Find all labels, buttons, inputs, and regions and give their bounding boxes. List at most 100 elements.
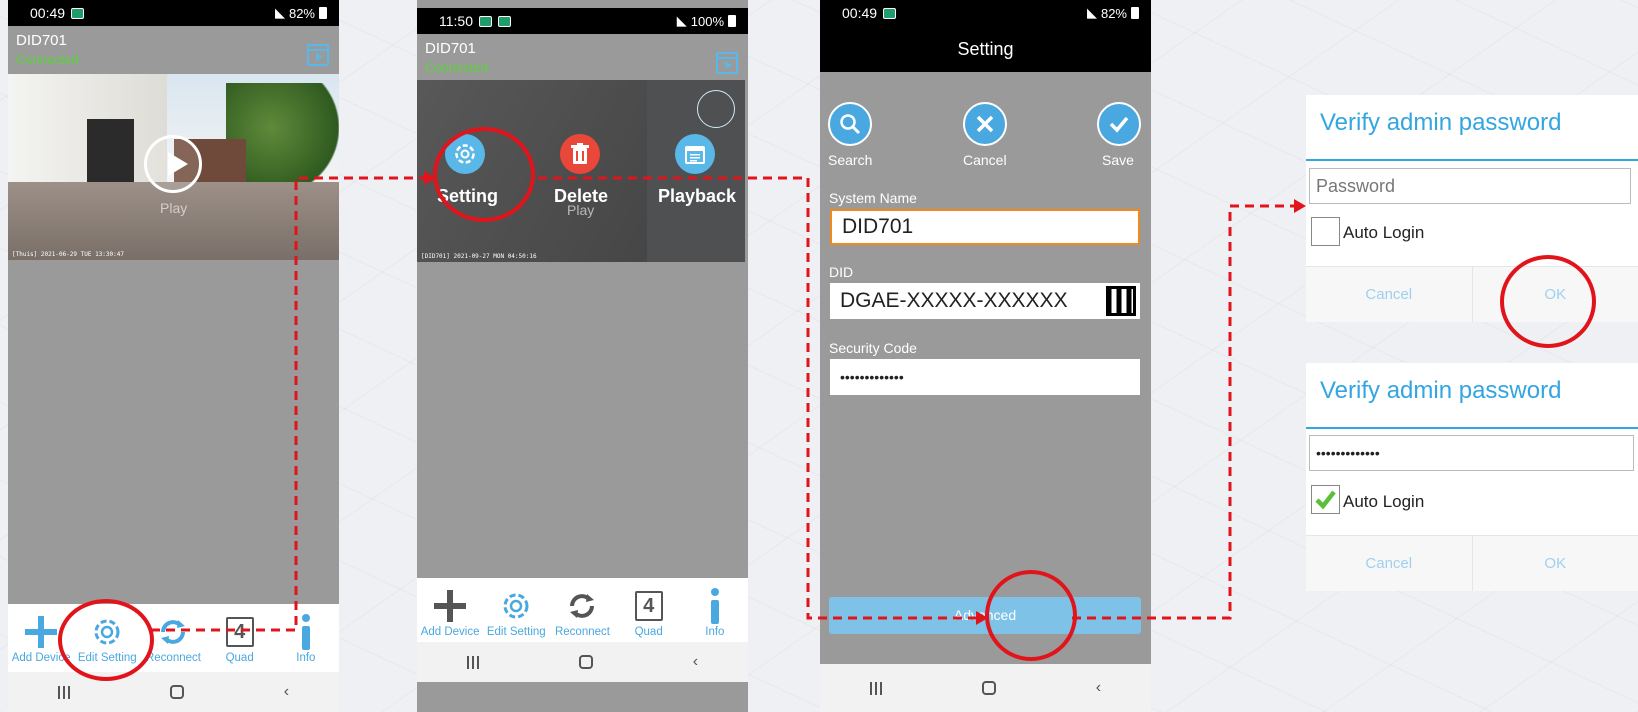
password-input[interactable]: ••••••••••••• (1309, 435, 1634, 471)
quad-label: Quad (225, 652, 254, 664)
trash-icon (571, 143, 589, 164)
recent-apps-icon[interactable] (57, 685, 70, 699)
device-name: DID701 (425, 40, 476, 57)
reconnect-button[interactable]: Reconnect (550, 586, 614, 638)
calendar-playback-icon[interactable] (307, 44, 329, 66)
dialog-buttons: Cancel OK (1306, 535, 1638, 591)
info-icon (300, 614, 312, 650)
connection-status: Connected (425, 60, 488, 75)
check-icon (1315, 490, 1336, 510)
highlight-advanced (985, 570, 1077, 661)
quad-icon: 4 (225, 617, 254, 647)
settings-title: Setting (820, 26, 1151, 72)
highlight-setting-action (433, 127, 535, 222)
battery-icon (1131, 7, 1139, 19)
reconnect-label: Reconnect (145, 652, 201, 664)
back-icon[interactable]: ‹ (284, 683, 289, 701)
plus-icon (434, 590, 467, 622)
selection-ring (697, 90, 735, 128)
device-header[interactable]: DID701 Connected (417, 34, 748, 82)
signal-icon: ◣ (676, 13, 687, 28)
battery-icon (728, 15, 736, 27)
battery-icon (319, 7, 327, 19)
device-header[interactable]: DID701 Connected (8, 26, 339, 74)
dialog-cancel-button[interactable]: Cancel (1306, 536, 1472, 591)
did-label: DID (829, 264, 854, 280)
auto-login-label: Auto Login (1343, 223, 1425, 242)
search-label: Search (828, 152, 873, 168)
play-icon[interactable] (144, 135, 202, 193)
video-thumbnail[interactable]: [Thuis] 2021-06-29 TUE 13:30:47 Play (8, 74, 339, 260)
quad-label: Quad (634, 626, 663, 638)
info-icon (709, 588, 721, 624)
cancel-button[interactable] (963, 102, 1007, 146)
home-icon[interactable] (169, 685, 184, 699)
cancel-label: Cancel (963, 152, 1007, 168)
info-label: Info (705, 626, 725, 638)
battery-percent: 82% (288, 5, 315, 21)
signal-icon: ◣ (274, 5, 285, 20)
info-label: Info (296, 652, 316, 664)
phone-screen-actions: 11:50 ◣ 100% DID701 Connected [DID701] 20… (417, 0, 748, 712)
playback-action-label: Playback (658, 186, 737, 206)
connection-status: Connected (16, 52, 79, 67)
dialog-title-rule (1306, 427, 1638, 429)
notification-icon (498, 15, 511, 27)
edit-setting-button[interactable]: Edit Setting (484, 586, 548, 638)
close-icon (976, 115, 994, 133)
highlight-ok (1500, 255, 1596, 348)
recent-apps-icon[interactable] (869, 681, 882, 695)
battery-percent: 100% (690, 13, 724, 29)
info-button[interactable]: Info (683, 586, 747, 638)
info-button[interactable]: Info (274, 612, 338, 664)
back-icon[interactable]: ‹ (693, 653, 698, 671)
recent-apps-icon[interactable] (466, 655, 479, 669)
did-input[interactable]: DGAE-XXXXX-XXXXXX (830, 283, 1140, 319)
dialog-cancel-button[interactable]: Cancel (1306, 267, 1472, 322)
quad-button[interactable]: 4 Quad (617, 586, 681, 638)
password-input[interactable]: Password (1309, 168, 1631, 204)
calendar-icon (685, 146, 705, 164)
back-icon[interactable]: ‹ (1096, 679, 1101, 697)
video-timestamp: [Thuis] 2021-06-29 TUE 13:30:47 (12, 251, 124, 258)
playback-action-button[interactable] (675, 134, 715, 174)
gear-icon (503, 593, 529, 619)
qr-code-icon[interactable] (1106, 286, 1136, 316)
dialog-title: Verify admin password (1320, 377, 1562, 404)
search-icon (840, 114, 861, 135)
delete-action-button[interactable] (560, 134, 600, 174)
gallery-icon (883, 7, 897, 19)
security-code-label: Security Code (829, 340, 917, 356)
phone-screen-home: 00:49 ◣ 82% DID701 Connected [Thuis] 2021… (8, 0, 339, 712)
android-nav-bar: ‹ (417, 642, 748, 682)
system-name-label: System Name (829, 190, 917, 206)
auto-login-label: Auto Login (1343, 492, 1425, 511)
security-code-input[interactable]: ••••••••••••• (830, 359, 1140, 395)
add-device-button[interactable]: Add Device (418, 586, 482, 638)
auto-login-checkbox[interactable] (1311, 217, 1340, 246)
video-road (8, 181, 339, 260)
home-icon[interactable] (578, 655, 593, 669)
signal-icon: ◣ (1086, 5, 1097, 20)
refresh-icon (161, 620, 186, 644)
battery-percent: 82% (1100, 5, 1127, 21)
did-value: DGAE-XXXXX-XXXXXX (840, 289, 1068, 312)
search-button[interactable] (828, 102, 872, 146)
home-icon[interactable] (981, 681, 996, 695)
add-device-label: Add Device (420, 626, 480, 638)
android-nav-bar: ‹ (8, 672, 339, 712)
dialog-ok-button[interactable]: OK (1471, 536, 1638, 591)
auto-login-checkbox[interactable] (1311, 485, 1340, 514)
highlight-edit-setting (58, 599, 154, 681)
dialog-title: Verify admin password (1320, 109, 1562, 136)
status-time: 00:49 (30, 5, 66, 21)
calendar-playback-icon[interactable] (716, 52, 738, 74)
system-name-input[interactable]: DID701 (830, 209, 1140, 245)
delete-action-label: Delete (554, 186, 609, 206)
refresh-icon (570, 594, 595, 618)
play-label: Play (160, 200, 188, 216)
quad-button[interactable]: 4 Quad (208, 612, 272, 664)
gallery-icon (479, 15, 492, 27)
save-button[interactable] (1097, 102, 1141, 146)
status-bar: 11:50 ◣ 100% (417, 8, 748, 34)
